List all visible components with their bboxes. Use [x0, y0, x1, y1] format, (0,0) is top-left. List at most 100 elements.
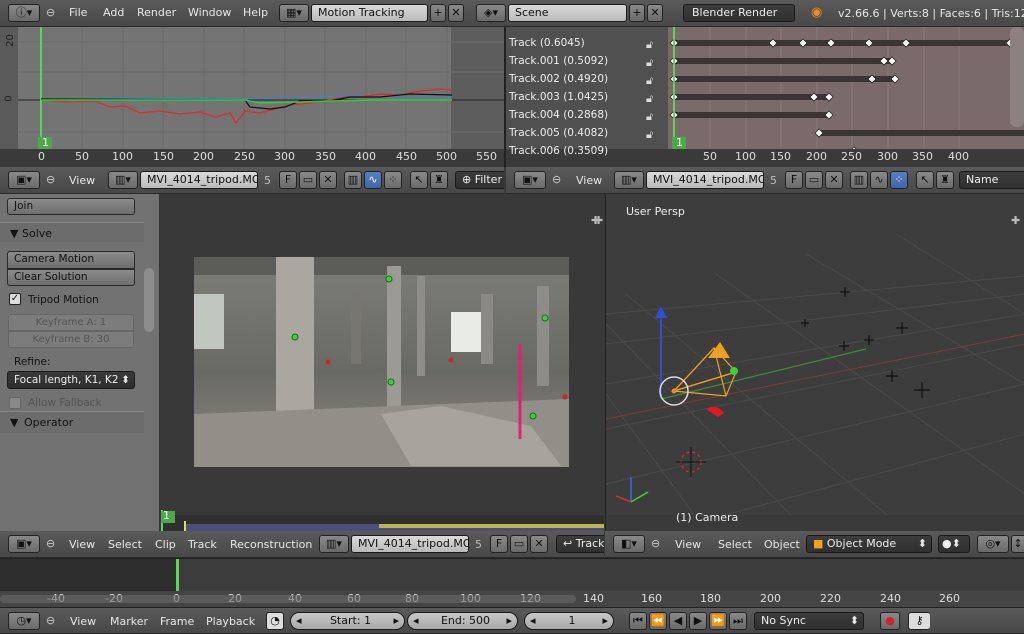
menu-object[interactable]: Object — [764, 538, 800, 551]
ghost-icon[interactable]: ♜ — [430, 171, 448, 189]
keyframe-a-field[interactable]: Keyframe A: 1 — [8, 314, 134, 331]
track-channel[interactable]: Track (0.6045) — [509, 37, 585, 49]
render-engine-select[interactable]: Blender Render — [683, 4, 795, 22]
editor-type-info-button[interactable]: ⓘ▾ — [8, 4, 40, 22]
graph-editor[interactable]: 1 20 0 0 50 100 150 200 250 300 350 400 … — [0, 27, 504, 167]
keying-set-icon[interactable]: ⚷ — [908, 612, 930, 630]
menu-help[interactable]: Help — [243, 0, 268, 26]
play-reverse-icon[interactable]: ◀ — [669, 612, 687, 630]
lock-icon[interactable]: 🔓︎ — [646, 74, 653, 88]
start-frame-field[interactable]: ◂ Start: 1 ▸ — [290, 612, 405, 630]
menu-view[interactable]: View — [70, 615, 96, 628]
editor-type-clip-button[interactable]: ▣▾ — [8, 171, 40, 189]
remove-layout-button[interactable]: ✕ — [448, 4, 464, 22]
track-channel[interactable]: Track.005 (0.4082) — [509, 127, 608, 139]
collapse-menu-icon[interactable]: ⊖ — [651, 537, 660, 550]
menu-file[interactable]: File — [69, 0, 87, 26]
menu-marker[interactable]: Marker — [110, 615, 148, 628]
collapse-menu-icon[interactable]: ⊖ — [46, 173, 55, 186]
menu-window[interactable]: Window — [188, 0, 231, 26]
scene-icon[interactable]: ◈▾ — [476, 4, 506, 22]
collapse-menu-icon[interactable]: ⊖ — [552, 173, 561, 186]
editor-type-clip-button[interactable]: ▣▾ — [514, 171, 546, 189]
play-icon[interactable]: ▶ — [689, 612, 707, 630]
record-icon[interactable]: ● — [880, 612, 900, 630]
track-channel[interactable]: Track.003 (1.0425) — [509, 91, 608, 103]
screen-layout-field[interactable]: Motion Tracking — [311, 4, 428, 22]
collapse-menu-icon[interactable]: ⊖ — [46, 614, 55, 627]
clip-name-field[interactable]: MVI_4014_tripod.MOV — [646, 171, 764, 189]
menu-add[interactable]: Add — [103, 0, 124, 26]
decrement-icon[interactable]: ◂ — [296, 613, 302, 629]
cursor-icon[interactable]: ↖ — [410, 171, 428, 189]
fake-user-button[interactable]: F — [785, 171, 803, 189]
end-frame-field[interactable]: ◂ End: 500 ▸ — [407, 612, 518, 630]
add-region-icon[interactable]: ✚ — [594, 214, 603, 227]
solve-panel-header[interactable]: ▼ Solve — [0, 222, 144, 242]
menu-track[interactable]: Track — [188, 538, 217, 551]
next-keyframe-icon[interactable]: ⏩ — [709, 612, 727, 630]
clip-browse-icon[interactable]: ▥▾ — [614, 171, 644, 189]
menu-view[interactable]: View — [675, 538, 701, 551]
menu-select[interactable]: Select — [718, 538, 752, 551]
keyframe-b-field[interactable]: Keyframe B: 30 — [8, 331, 134, 348]
unlink-clip-icon[interactable]: ✕ — [530, 535, 548, 553]
open-clip-icon[interactable]: ▭ — [510, 535, 528, 553]
dopesheet-mode-icon[interactable]: ⁘ — [890, 171, 908, 189]
editor-type-timeline-button[interactable]: ◷▾ — [8, 612, 40, 630]
unlink-clip-icon[interactable]: ✕ — [825, 171, 843, 189]
clip-mode-select[interactable]: ↩ Track — [556, 535, 604, 553]
sync-mode-select[interactable]: No Sync ⬍ — [754, 612, 864, 630]
prev-keyframe-icon[interactable]: ⏪ — [649, 612, 667, 630]
menu-select[interactable]: Select — [108, 538, 142, 551]
scene-field[interactable]: Scene — [508, 4, 627, 22]
viewport-shading-select[interactable]: ●⬍ — [938, 535, 970, 553]
track-channel[interactable]: Track.001 (0.5092) — [509, 55, 608, 67]
menu-frame[interactable]: Frame — [160, 615, 194, 628]
decrement-icon[interactable]: ◂ — [530, 613, 536, 629]
track-channel[interactable]: Track.004 (0.2868) — [509, 109, 608, 121]
graph-mode-icon[interactable]: ∿ — [364, 171, 382, 189]
menu-playback[interactable]: Playback — [206, 615, 255, 628]
3d-viewport[interactable]: User Persp (1) Camera ✚ ✚ — [594, 194, 1024, 532]
remove-scene-button[interactable]: ✕ — [647, 4, 663, 22]
fake-user-button[interactable]: F — [490, 535, 508, 553]
object-mode-select[interactable]: ■ Object Mode ⬍ — [806, 535, 932, 553]
timeline-scrollbar[interactable] — [0, 595, 576, 603]
menu-view[interactable]: View — [69, 174, 95, 187]
menu-view[interactable]: View — [69, 538, 95, 551]
lock-icon[interactable]: 🔓︎ — [646, 128, 653, 142]
fake-user-button[interactable]: F — [279, 171, 297, 189]
increment-icon[interactable]: ▸ — [602, 613, 608, 629]
collapse-menu-icon[interactable]: ⊖ — [46, 6, 55, 19]
allow-fallback-checkbox[interactable] — [9, 397, 21, 409]
clear-solution-button[interactable]: Clear Solution — [7, 269, 135, 286]
camera-motion-button[interactable]: Camera Motion — [7, 251, 135, 269]
filter-button[interactable]: ⊕ Filter — [455, 171, 504, 189]
cursor-icon[interactable]: ↖ — [916, 171, 934, 189]
lock-icon[interactable]: 🔓︎ — [646, 92, 653, 106]
join-button[interactable]: Join — [7, 198, 135, 215]
screen-layout-icon[interactable]: ▦▾ — [279, 4, 309, 22]
playhead[interactable] — [176, 559, 179, 591]
clip-browse-icon[interactable]: ▥▾ — [108, 171, 138, 189]
menu-clip[interactable]: Clip — [155, 538, 176, 551]
lock-icon[interactable]: 🔓︎ — [646, 56, 653, 70]
curve-view-icon[interactable]: ▥ — [850, 171, 868, 189]
add-layout-button[interactable]: + — [430, 4, 446, 22]
editor-type-clip-button[interactable]: ▣▾ — [8, 535, 40, 553]
track-channel[interactable]: Track.002 (0.4920) — [509, 73, 608, 85]
tripod-motion-checkbox[interactable]: ✓ — [9, 293, 21, 305]
ghost-icon[interactable]: ♜ — [936, 171, 954, 189]
lock-icon[interactable]: 🔓︎ — [646, 38, 653, 52]
current-frame-field[interactable]: ◂ 1 ▸ — [524, 612, 614, 630]
timeline-area[interactable]: -40 -20 0 20 40 60 80 100 120 140 160 18… — [0, 558, 1024, 607]
open-clip-icon[interactable]: ▭ — [805, 171, 823, 189]
curve-view-icon[interactable]: ▥ — [344, 171, 362, 189]
clip-browse-icon[interactable]: ▥▾ — [319, 535, 349, 553]
sort-method-select[interactable]: Name — [959, 171, 1024, 189]
graph-mode-icon[interactable]: ∿ — [870, 171, 888, 189]
editor-type-3d-button[interactable]: ◧▾ — [613, 535, 645, 553]
dopesheet-mode-icon[interactable]: ⁘ — [384, 171, 402, 189]
operator-panel-header[interactable]: ▼ Operator — [0, 411, 144, 433]
